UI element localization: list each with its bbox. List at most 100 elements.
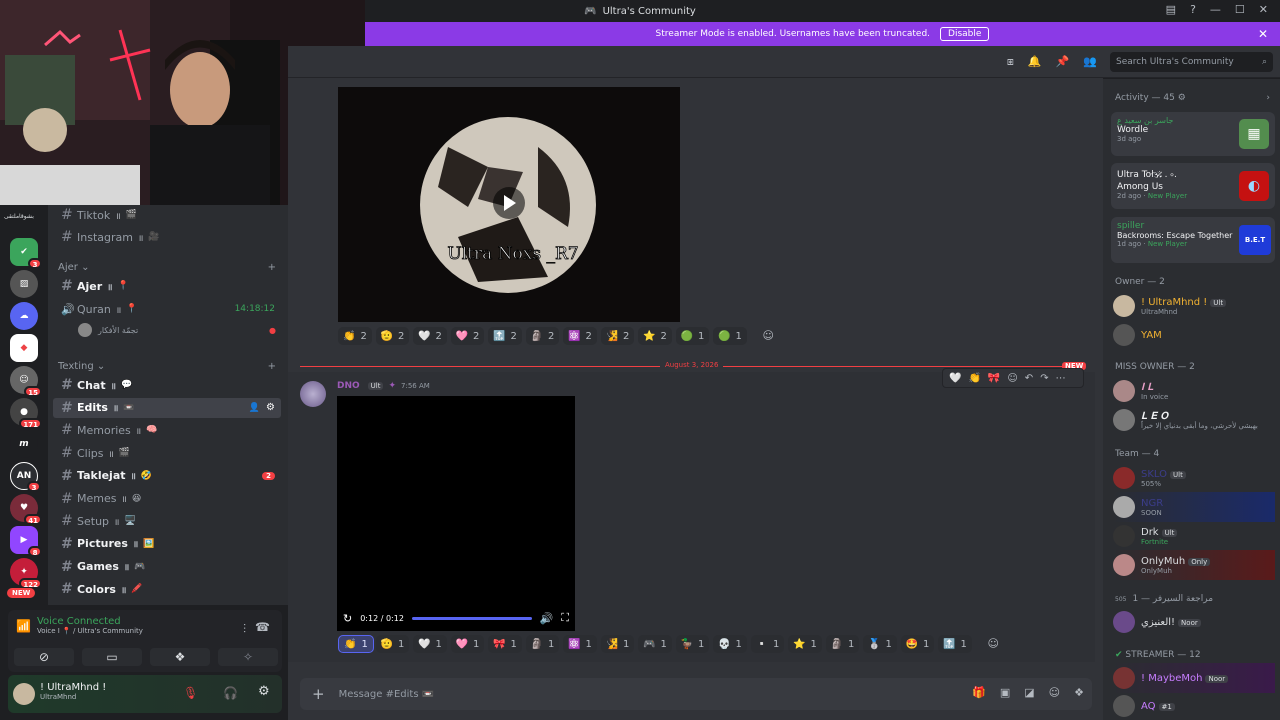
reaction-button[interactable]: 🤍 1 — [413, 635, 447, 653]
add-channel-icon[interactable]: + — [268, 361, 276, 372]
inbox-icon[interactable]: ▤ — [1166, 3, 1176, 16]
gift-icon[interactable]: 🎁 — [972, 686, 986, 699]
reaction-button[interactable]: ⭐ 1 — [788, 635, 822, 653]
reaction-button[interactable]: 👏 2 — [338, 327, 372, 345]
member-item[interactable]: YAM — [1113, 320, 1275, 350]
reaction-button[interactable]: 🟢 1 — [675, 327, 710, 345]
reaction-button[interactable]: 🥈 1 — [863, 635, 897, 653]
volume-icon[interactable]: 🔊 — [540, 612, 554, 625]
replay-icon[interactable]: ↻ — [343, 612, 352, 625]
member-item[interactable]: العنيزي! Noor — [1113, 607, 1275, 637]
channel-games[interactable]: # Games ॥ 🎮 — [53, 557, 281, 577]
reaction-button[interactable]: 👏 1 — [338, 635, 374, 653]
voice-user[interactable]: تجمّة الأفكار ● — [78, 323, 276, 337]
avatar[interactable] — [300, 381, 326, 407]
channel-pictures[interactable]: # Pictures ॥ 🖼️ — [53, 534, 281, 554]
server-icon[interactable]: ☁ — [10, 302, 38, 330]
channel-instagram[interactable]: # Instagram ॥ 🎥 — [53, 227, 281, 247]
reaction-button[interactable]: 🫡 1 — [375, 635, 410, 653]
channel-clips[interactable]: # Clips ॥ 🎬 — [53, 443, 281, 463]
member-item[interactable]: OnlyMuh Only OnlyMuh — [1113, 550, 1275, 580]
activity-card[interactable]: spiller Backrooms: Escape Together 1d ag… — [1111, 217, 1275, 263]
heart-reaction-icon[interactable]: 🤍 — [949, 373, 961, 384]
bell-icon[interactable]: 🔔 — [1028, 55, 1042, 69]
channel-ajer[interactable]: # Ajer ॥ 📍 — [53, 276, 281, 296]
channel-settings-icon[interactable]: ⚙ — [266, 402, 275, 413]
reaction-button[interactable]: ⚛️ 1 — [563, 635, 597, 653]
message-input[interactable]: Message #Edits 📼 — [339, 689, 435, 700]
close-banner-icon[interactable]: ✕ — [1258, 27, 1268, 41]
reaction-button[interactable]: 🧏 2 — [600, 327, 635, 345]
noise-suppression-icon[interactable]: ⫶ — [243, 622, 246, 637]
reaction-button[interactable]: ⚛️ 2 — [563, 327, 597, 345]
channel-taklejat[interactable]: # Taklejat ॥ 🤣 2 — [53, 466, 281, 486]
category-ajer[interactable]: Ajer ⌄ + — [58, 262, 276, 273]
channel-memories[interactable]: # Memories ॥ 🧠 — [53, 420, 281, 440]
server-icon[interactable]: ☺ 15 — [10, 366, 42, 397]
channel-edits[interactable]: # Edits ॥ 📼 👤 ⚙ — [53, 397, 281, 418]
gif-icon[interactable]: ▣ — [1000, 686, 1010, 699]
clap-reaction-icon[interactable]: 👏 — [968, 373, 980, 384]
channel-memes[interactable]: # Memes ॥ 😆 — [53, 489, 281, 509]
member-item[interactable]: 𝐈 𝐋 In voice — [1113, 376, 1275, 406]
settings-icon[interactable]: ⚙ — [258, 684, 270, 699]
reaction-button[interactable]: ⭐ 2 — [638, 327, 672, 345]
reaction-button[interactable]: 🔝 1 — [938, 635, 972, 653]
member-item[interactable]: ! UltraMhnd ! Ult UltraMhnd — [1113, 291, 1275, 321]
video-embed-1[interactable]: Ultra Noxs _R7 — [338, 87, 680, 322]
reaction-button[interactable]: 🗿 2 — [525, 327, 560, 345]
mute-icon[interactable]: 🎙 — [183, 686, 198, 700]
reaction-button[interactable]: 🩷 2 — [450, 327, 485, 345]
reaction-button[interactable]: 🔝 2 — [488, 327, 522, 345]
add-reaction-icon[interactable]: ☺ — [763, 329, 774, 342]
add-channel-icon[interactable]: + — [268, 262, 276, 273]
signal-icon[interactable]: 📶 — [16, 619, 31, 633]
server-icon[interactable]: ✦ 122 — [10, 558, 42, 589]
reaction-button[interactable]: 🎀 1 — [488, 635, 522, 653]
member-item[interactable]: ! MaybeMoh Noor — [1113, 663, 1275, 693]
fullscreen-icon[interactable]: ⛶ — [561, 611, 569, 625]
ribbon-reaction-icon[interactable]: 🎀 — [988, 373, 1000, 384]
member-list-icon[interactable]: 👥 — [1083, 55, 1097, 69]
reaction-button[interactable]: 🧏 1 — [600, 635, 635, 653]
forward-icon[interactable]: ↷ — [1040, 373, 1048, 384]
server-icon[interactable]: m — [10, 430, 38, 458]
maximize-icon[interactable]: ☐ — [1235, 3, 1245, 16]
reaction-button[interactable]: 🗿 1 — [525, 635, 560, 653]
deafen-icon[interactable]: 🎧 — [223, 686, 238, 700]
avatar[interactable] — [13, 683, 35, 705]
channel-colors[interactable]: # Colors ॥ 🖍️ — [53, 579, 281, 599]
voice-channel-quran[interactable]: 🔊 Quran ॥ 📍 14:18:12 — [53, 299, 281, 319]
minimize-icon[interactable]: — — [1210, 3, 1221, 16]
reaction-button[interactable]: 💀 1 — [713, 635, 747, 653]
pin-icon[interactable]: 📌 — [1056, 55, 1070, 69]
help-icon[interactable]: ? — [1190, 3, 1196, 16]
message-composer[interactable]: + Message #Edits 📼 🎁 ▣ ◪ ☺ ❖ — [300, 678, 1092, 710]
camera-off-button[interactable]: ⊘ — [14, 648, 74, 666]
activities-button[interactable]: ❖ — [150, 648, 210, 666]
apps-icon[interactable]: ❖ — [1074, 686, 1084, 699]
channel-chat[interactable]: # Chat ॥ 💬 — [53, 375, 281, 395]
add-reaction-icon[interactable]: ☺ — [988, 637, 999, 650]
reaction-button[interactable]: 🩷 1 — [450, 635, 485, 653]
server-icon[interactable]: ▶ 8 — [10, 526, 42, 557]
voice-status[interactable]: Voice Connected — [37, 616, 143, 627]
search-input[interactable]: Search Ultra's Community ⌕ — [1110, 52, 1273, 72]
channel-setup[interactable]: # Setup ॥ 🖥️ — [53, 511, 281, 531]
category-texting[interactable]: Texting ⌄ + — [58, 361, 276, 372]
member-item[interactable]: SKLO Ult 505% — [1113, 463, 1275, 493]
emoji-icon[interactable]: ☺ — [1049, 686, 1060, 699]
more-icon[interactable]: ⋯ — [1056, 373, 1066, 384]
member-item[interactable]: 𝐋 𝐄 𝐎 بهبشي لأحرشي، وما أبقى بدنياي إلا خ… — [1113, 405, 1275, 435]
disconnect-icon[interactable]: ☎ — [255, 620, 270, 634]
add-reaction-icon[interactable]: ☺ — [1007, 373, 1017, 384]
reaction-button[interactable]: 🫡 2 — [375, 327, 410, 345]
reply-icon[interactable]: ↶ — [1025, 373, 1033, 384]
member-item[interactable]: AQ #1 — [1113, 691, 1275, 720]
reaction-button[interactable]: 🎮 1 — [638, 635, 672, 653]
close-window-icon[interactable]: ✕ — [1259, 3, 1268, 16]
server-icon[interactable]: ✔ 3 — [10, 238, 42, 269]
author-name[interactable]: DNO — [337, 381, 360, 391]
voice-channel-name[interactable]: Voice I 📍 / Ultra's Community — [37, 627, 143, 635]
screen-share-button[interactable]: ▭ — [82, 648, 142, 666]
